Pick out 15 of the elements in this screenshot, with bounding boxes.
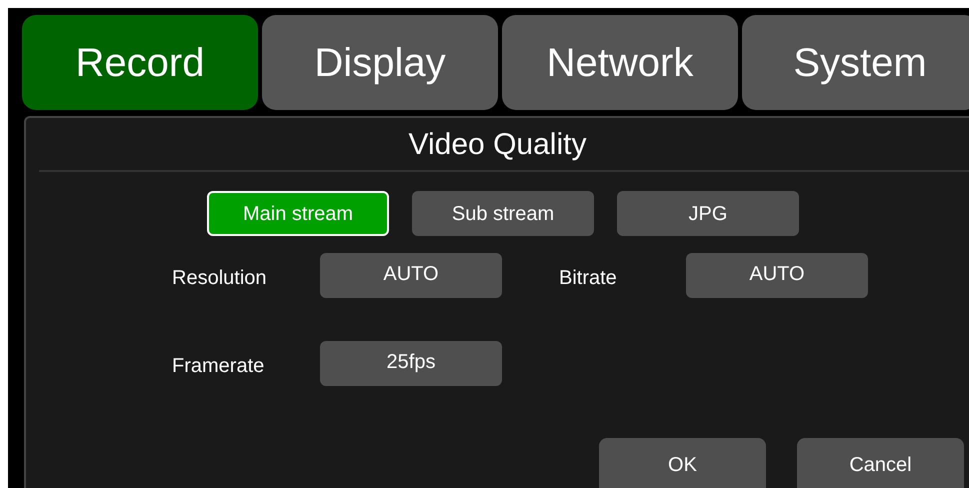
setting-label: Resolution — [172, 266, 268, 290]
tab[interactable]: System — [742, 15, 969, 110]
stream-button[interactable]: JPG — [617, 191, 799, 236]
setting-label: Bitrate — [559, 266, 618, 290]
tab[interactable]: Network — [502, 15, 738, 110]
action-button[interactable]: Cancel — [797, 438, 964, 488]
value-dropdown[interactable]: 25fps — [320, 341, 502, 386]
action-button[interactable]: OK — [599, 438, 766, 488]
setting-label: Framerate — [172, 354, 266, 378]
value-dropdown[interactable]: AUTO — [320, 253, 502, 298]
value-dropdown[interactable]: AUTO — [686, 253, 868, 298]
tab[interactable]: Record — [22, 15, 258, 110]
panel-title: Video Quality — [408, 126, 588, 162]
stream-button[interactable]: Sub stream — [412, 191, 594, 236]
tab[interactable]: Display — [262, 15, 498, 110]
